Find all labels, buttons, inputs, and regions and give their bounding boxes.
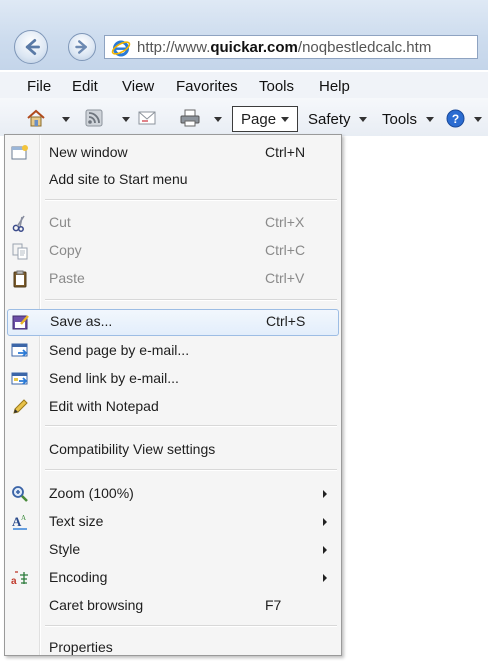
svg-text:?: ?: [452, 112, 459, 126]
menu-tools[interactable]: Tools: [259, 78, 294, 95]
menu-favorites[interactable]: Favorites: [176, 78, 238, 95]
menu-item-encoding[interactable]: a Encoding: [5, 565, 341, 591]
menu-separator: [45, 425, 337, 427]
feeds-dropdown-caret[interactable]: [122, 117, 130, 122]
menu-separator: [45, 469, 337, 471]
menu-separator: [45, 625, 337, 627]
menu-bar: File Edit View Favorites Tools Help: [0, 72, 488, 98]
tools-menu-button[interactable]: Tools: [382, 111, 417, 128]
mail-icon[interactable]: [138, 111, 156, 125]
menu-item-add-site-start[interactable]: Add site to Start menu: [5, 167, 341, 193]
back-button[interactable]: [14, 30, 48, 64]
page-menu-button[interactable]: Page: [232, 106, 298, 132]
send-page-icon: [11, 343, 28, 357]
tools-dropdown-caret[interactable]: [426, 117, 434, 122]
menu-item-properties[interactable]: Properties: [5, 635, 341, 661]
menu-item-caret-browsing[interactable]: Caret browsing F7: [5, 593, 341, 619]
pencil-icon: [13, 399, 28, 414]
address-bar[interactable]: http://www.quickar.com/noqbestledcalc.ht…: [104, 35, 478, 59]
url-text: http://www.quickar.com/noqbestledcalc.ht…: [137, 39, 432, 56]
menu-help[interactable]: Help: [319, 78, 350, 95]
menu-item-style[interactable]: Style: [5, 537, 341, 563]
print-icon[interactable]: [180, 108, 200, 128]
menu-separator: [45, 299, 337, 301]
print-dropdown-caret[interactable]: [214, 117, 222, 122]
zoom-icon: [12, 486, 28, 502]
menu-item-send-link[interactable]: Send link by e-mail...: [5, 366, 341, 392]
menu-item-new-window[interactable]: New window Ctrl+N: [5, 140, 341, 166]
submenu-arrow-icon: [323, 546, 327, 554]
menu-item-save-as[interactable]: Save as... Ctrl+S: [7, 309, 339, 336]
text-size-icon: A A: [12, 514, 27, 530]
menu-view[interactable]: View: [122, 78, 154, 95]
submenu-arrow-icon: [323, 490, 327, 498]
menu-file[interactable]: File: [27, 78, 51, 95]
safety-menu-button[interactable]: Safety: [308, 111, 351, 128]
help-icon[interactable]: ?: [446, 109, 465, 128]
scissors-icon: [12, 215, 25, 232]
ie-logo-icon: [111, 40, 131, 57]
home-icon[interactable]: [26, 108, 46, 128]
new-window-icon: [11, 145, 28, 160]
copy-icon: [12, 243, 28, 260]
save-as-icon: [12, 315, 29, 330]
forward-arrow-icon: [75, 40, 87, 54]
menu-item-zoom[interactable]: Zoom (100%): [5, 481, 341, 507]
menu-separator: [45, 199, 337, 201]
safety-dropdown-caret[interactable]: [359, 117, 367, 122]
menu-item-send-page[interactable]: Send page by e-mail...: [5, 338, 341, 364]
forward-button[interactable]: [68, 33, 96, 61]
page-dropdown-menu: New window Ctrl+N Add site to Start menu…: [4, 134, 342, 656]
home-dropdown-caret[interactable]: [62, 117, 70, 122]
submenu-arrow-icon: [323, 518, 327, 526]
menu-item-compatibility-view[interactable]: Compatibility View settings: [5, 437, 341, 463]
feeds-icon[interactable]: [85, 109, 103, 127]
menu-item-text-size[interactable]: A A Text size: [5, 509, 341, 535]
menu-item-edit-notepad[interactable]: Edit with Notepad: [5, 394, 341, 420]
submenu-arrow-icon: [323, 574, 327, 582]
clipboard-icon: [13, 270, 27, 288]
svg-text:a: a: [11, 576, 17, 587]
menu-item-copy[interactable]: Copy Ctrl+C: [5, 238, 341, 264]
chevron-down-icon: [281, 117, 289, 122]
encoding-icon: a: [11, 571, 28, 587]
help-dropdown-caret[interactable]: [474, 117, 482, 122]
send-link-icon: [11, 372, 28, 385]
back-arrow-icon: [25, 39, 40, 55]
menu-item-paste[interactable]: Paste Ctrl+V: [5, 266, 341, 292]
svg-text:A: A: [21, 514, 26, 522]
browser-titlebar: http://www.quickar.com/noqbestledcalc.ht…: [0, 0, 488, 70]
menu-item-cut[interactable]: Cut Ctrl+X: [5, 210, 341, 236]
menu-edit[interactable]: Edit: [72, 78, 98, 95]
